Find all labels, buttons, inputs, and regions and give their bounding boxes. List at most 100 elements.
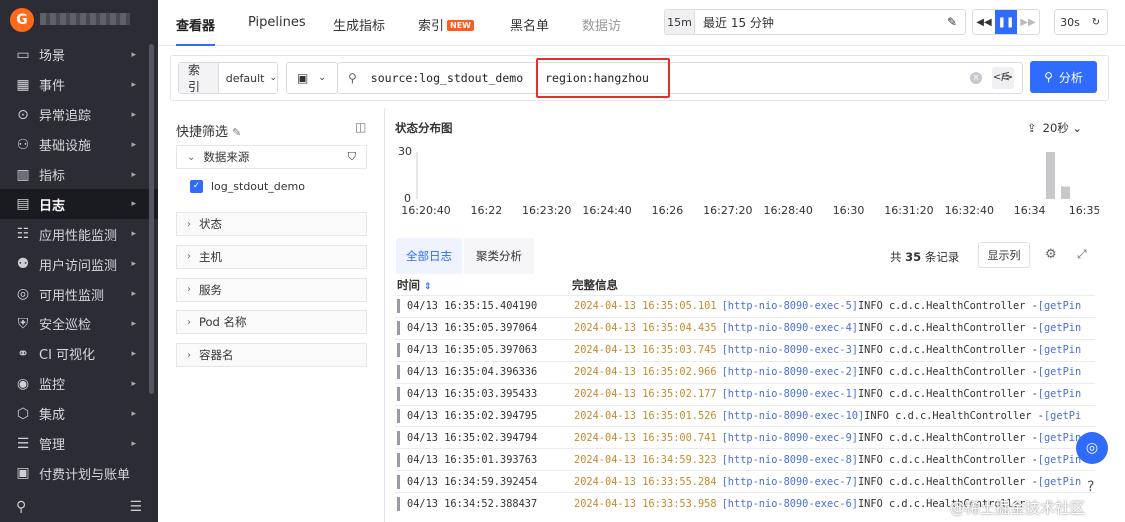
settings-icon[interactable]: ⚙ [1045,247,1057,262]
table-row[interactable]: 04/13 16:35:15.404190 2024-04-13 16:35:05… [395,295,1095,317]
status-distribution-chart: 状态分布图 ⇪ 20秒 ⌄ 30 0 16:20:40 16:22 16:23:20 1… [395,118,1099,218]
table-row[interactable]: 04/13 16:35:01.393763 2024-04-13 16:34:59… [395,448,1095,470]
workspace-name-blurred[interactable] [40,13,130,25]
sidebar-item[interactable]: ▦ 事件 ▸ [0,70,158,100]
sort-icon[interactable]: ⇕ [424,282,432,292]
analyze-button[interactable]: ⚲ 分析 [1030,61,1097,93]
sidebar-item[interactable]: ☰ 管理 ▸ [0,429,158,459]
chevron-right-icon: › [187,218,191,230]
tab-index[interactable]: 索引 NEW [418,15,474,34]
sidebar-item[interactable]: ▤ 日志 ▸ [0,189,158,220]
log-table: 时间 ⇕ 完整信息 04/13 16:35:15.404190 2024-04-1… [395,275,1098,522]
collapse-panel-icon[interactable]: ◫ [355,120,366,134]
table-row[interactable]: 04/13 16:35:03.395433 2024-04-13 16:35:02… [395,382,1095,405]
search-input[interactable]: ⚲ source:log_stdout_demo region:hangzhou… [337,62,1023,94]
bill-icon: ▣ [16,465,30,482]
sidebar-item[interactable]: ⛨ 安全巡检 ▸ [0,309,158,339]
tab-blacklist[interactable]: 黑名单 [510,15,549,34]
sidebar-item[interactable]: ◉ 监控 ▸ [0,369,158,399]
clear-filter-icon[interactable]: ⛉ [348,150,356,164]
sidebar-item[interactable]: ☷ 应用性能监测 ▸ [0,219,158,249]
user-icon[interactable]: ⚲ [16,499,26,515]
cell-ts: 2024-04-13 16:34:59.323 [574,453,717,466]
chevron-right-icon: › [187,349,191,361]
quick-filter-title: 快捷筛选 ✎ [176,121,241,140]
fullscreen-icon[interactable]: ⤢ [1077,247,1087,262]
refresh-interval[interactable]: 30s [1055,10,1085,34]
sidebar-item[interactable]: ▥ 指标 ▸ [0,160,158,190]
help-icon[interactable]: ? [1087,479,1094,495]
facet-item[interactable]: › 容器名 [176,343,367,368]
facet-item[interactable]: › Pod 名称 [176,310,367,335]
tab-viewer[interactable]: 查看器 [176,15,216,46]
forward-icon[interactable]: ▶▶ [1017,10,1039,34]
quick-filter-panel: 快捷筛选 ✎ ◫ ⌄ 数据来源 ⛉ ✓ log_stdout_demo › 状态 ›… [170,108,385,522]
chevron-right-icon: ▸ [131,79,136,90]
source-option[interactable]: ✓ log_stdout_demo [190,180,305,193]
sidebar-item[interactable]: ⚇ 基础设施 ▸ [0,130,158,160]
monitor-icon: ▭ [16,46,30,63]
sidebar-item[interactable]: ▣ 付费计划与账单 [0,458,158,488]
query-highlight-box [536,58,670,98]
brand-logo-icon[interactable]: G [10,8,34,32]
tab-all-logs[interactable]: 全部日志 [396,238,462,274]
time-range-picker[interactable]: 15m 最近 15 分钟 ✎ [664,9,966,35]
checkbox-checked-icon[interactable]: ✓ [190,180,203,193]
table-row[interactable]: 04/13 16:35:05.397063 2024-04-13 16:35:03… [395,338,1095,361]
cell-api: [getPi [1043,409,1082,422]
pin-icon[interactable]: ✎ [947,15,957,29]
facet-label: 服务 [199,282,222,297]
chevron-right-icon: ▸ [131,348,136,359]
filter-settings-icon[interactable]: ⚟ [1000,70,1012,85]
facet-data-source[interactable]: ⌄ 数据来源 ⛉ [176,145,367,169]
column-header-time[interactable]: 时间 ⇕ [397,277,432,293]
tab-cluster-analysis[interactable]: 聚类分析 [464,238,534,274]
table-row[interactable]: 04/13 16:35:05.397064 2024-04-13 16:35:04… [395,316,1095,339]
chevron-down-icon: ⌄ [187,151,196,163]
sidebar-item[interactable]: ⚉ 用户访问监测 ▸ [0,249,158,279]
sidebar-item-label: 日志 [39,198,66,214]
users-icon: ⚉ [16,256,30,273]
sidebar-item[interactable]: ⬡ 集成 ▸ [0,399,158,429]
query-mode-selector[interactable]: ▣ ⌄ [286,62,338,94]
table-row[interactable]: 04/13 16:35:02.394794 2024-04-13 16:35:00… [395,426,1095,448]
collapse-menu-icon[interactable]: ☰ [129,499,142,515]
index-selector[interactable]: 索引 default ⌄ [178,62,278,94]
status-marker [397,365,400,380]
sidebar-item-label: 管理 [39,438,66,454]
assistant-fab-icon[interactable]: ◎ [1076,432,1108,464]
rewind-icon[interactable]: ◀◀ [973,10,995,34]
clear-icon[interactable]: × [970,72,982,84]
display-columns-button[interactable]: 显示列 [978,242,1030,268]
chevron-right-icon: ▸ [131,169,136,180]
edit-icon[interactable]: ✎ [232,126,241,139]
sidebar-item[interactable]: ⚭ CI 可视化 ▸ [0,339,158,369]
x-tick-label: 16:28:40 [763,204,812,217]
tab-index-label: 索引 [418,19,445,34]
cell-thread: [http-nio-8090-exec-7] [721,475,858,488]
sidebar-item[interactable]: ⊙ 异常追踪 ▸ [0,100,158,130]
facet-item[interactable]: › 主机 [176,244,367,269]
cell-api: [getPin [1037,366,1082,379]
tab-pipelines[interactable]: Pipelines [248,15,306,30]
query-token-source[interactable]: source:log_stdout_demo [371,71,523,85]
x-tick-label: 16:27:20 [703,204,752,217]
sidebar-item-label: CI 可视化 [39,348,96,364]
facet-label: 状态 [199,217,222,231]
table-row[interactable]: 04/13 16:34:59.392454 2024-04-13 16:33:55… [395,470,1095,492]
cell-thread: [http-nio-8090-exec-1] [721,388,858,401]
sidebar-item[interactable]: ◎ 可用性监测 ▸ [0,279,158,309]
facet-item[interactable]: › 状态 [176,212,367,236]
tab-generate-metrics[interactable]: 生成指标 [333,15,385,34]
cell-api: [getPin [1037,344,1082,357]
status-marker [397,343,400,358]
cell-time: 04/13 16:35:05.397063 [407,344,538,357]
refresh-icon[interactable]: ↻ [1085,10,1107,34]
table-row[interactable]: 04/13 16:35:04.396336 2024-04-13 16:35:02… [395,360,1095,383]
facet-item[interactable]: › 服务 [176,277,367,302]
sidebar-item[interactable]: ▭ 场景 ▸ [0,40,158,70]
sidebar-scrollbar[interactable] [149,44,154,394]
tab-data-access[interactable]: 数据访 [582,15,621,34]
table-row[interactable]: 04/13 16:35:02.394795 2024-04-13 16:35:01… [395,404,1095,427]
pause-icon[interactable]: ❚❚ [995,10,1017,34]
